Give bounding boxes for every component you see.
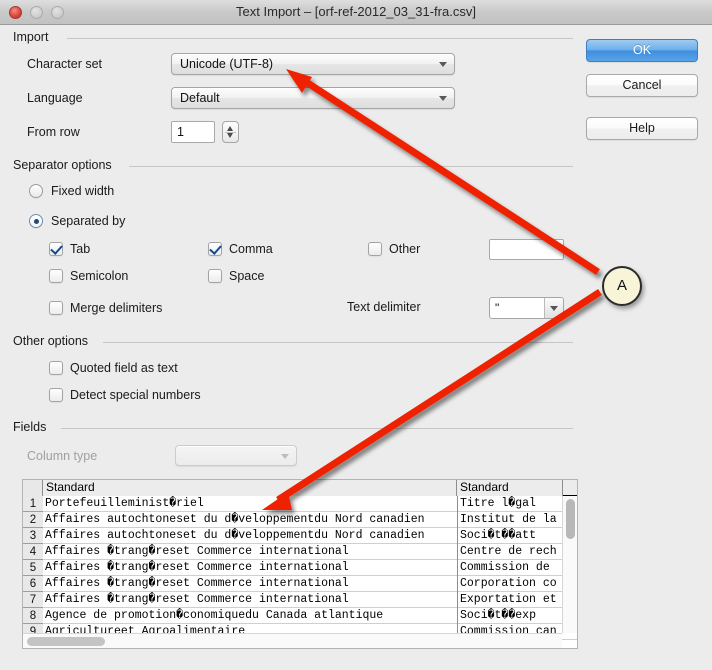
ok-button[interactable]: OK: [586, 39, 698, 62]
text-delimiter-dropdown[interactable]: ": [489, 297, 564, 319]
table-row[interactable]: Affaires autochtoneset du d�veloppementd…: [43, 528, 577, 544]
from-row-value: 1: [177, 125, 184, 139]
semicolon-label: Semicolon: [70, 269, 129, 283]
stepper-down-icon[interactable]: [227, 133, 233, 138]
table-row[interactable]: Affaires �trang�reset Commerce internati…: [43, 544, 577, 560]
merge-delimiters-label: Merge delimiters: [70, 301, 163, 315]
chevron-down-icon: [439, 96, 447, 101]
table-cell-column-2[interactable]: Titre l�gal: [457, 496, 563, 512]
cancel-button[interactable]: Cancel: [586, 74, 698, 97]
character-set-label: Character set: [27, 57, 103, 71]
table-row[interactable]: Affaires �trang�reset Commerce internati…: [43, 592, 577, 608]
comma-checkbox[interactable]: [208, 242, 222, 256]
preview-row-number[interactable]: 5: [23, 560, 43, 576]
table-cell-column-1[interactable]: Agence de promotion�conomiquedu Canada a…: [43, 608, 457, 624]
table-cell-column-1[interactable]: Affaires autochtoneset du d�veloppementd…: [43, 528, 457, 544]
preview-row-number[interactable]: 2: [23, 512, 43, 528]
detect-special-numbers-checkbox[interactable]: [49, 388, 63, 402]
preview-row-number[interactable]: 7: [23, 592, 43, 608]
table-cell-column-2[interactable]: Institut de la: [457, 512, 563, 528]
stepper-up-icon[interactable]: [227, 126, 233, 131]
window-title: Text Import – [orf-ref-2012_03_31-fra.cs…: [236, 4, 476, 19]
table-row[interactable]: Affaires �trang�reset Commerce internati…: [43, 560, 577, 576]
preview-row-number[interactable]: 4: [23, 544, 43, 560]
from-row-stepper[interactable]: [222, 121, 239, 143]
table-row[interactable]: Portefeuilleminist�riel Titre l�gal: [43, 496, 577, 512]
comma-label: Comma: [229, 242, 273, 256]
merge-delimiters-checkbox[interactable]: [49, 301, 63, 315]
fixed-width-label: Fixed width: [51, 184, 115, 198]
table-cell-column-2[interactable]: Centre de rech: [457, 544, 563, 560]
space-label: Space: [229, 269, 265, 283]
column-type-label: Column type: [27, 449, 98, 463]
other-options-legend: Other options: [13, 334, 95, 348]
import-group-legend: Import: [13, 30, 55, 44]
fields-group-rule: [61, 428, 573, 429]
separator-options-rule: [129, 166, 573, 167]
quoted-field-as-text-label: Quoted field as text: [70, 361, 178, 375]
chevron-down-icon: [439, 62, 447, 67]
text-delimiter-dropdown-button[interactable]: [544, 298, 563, 318]
fixed-width-radio[interactable]: [29, 184, 43, 198]
table-cell-column-2[interactable]: Exportation et: [457, 592, 563, 608]
column-type-dropdown: [175, 445, 297, 466]
other-separator-label: Other: [389, 242, 421, 256]
text-import-dialog: Text Import – [orf-ref-2012_03_31-fra.cs…: [0, 0, 712, 670]
tab-checkbox[interactable]: [49, 242, 63, 256]
preview-row-number[interactable]: 8: [23, 608, 43, 624]
separated-by-radio[interactable]: [29, 214, 43, 228]
table-row[interactable]: Affaires autochtoneset du d�veloppementd…: [43, 512, 577, 528]
table-cell-column-1[interactable]: Portefeuilleminist�riel: [43, 496, 457, 512]
csv-preview-table[interactable]: 123456789 Standard Standard Portefeuille…: [22, 479, 578, 649]
separated-by-label: Separated by: [51, 214, 126, 228]
preview-row-number[interactable]: 3: [23, 528, 43, 544]
preview-vertical-scrollbar[interactable]: [562, 496, 577, 633]
language-label: Language: [27, 91, 83, 105]
preview-vertical-scroll-thumb[interactable]: [566, 499, 575, 539]
column-header-1[interactable]: Standard: [43, 480, 457, 496]
table-cell-column-1[interactable]: Affaires autochtoneset du d�veloppementd…: [43, 512, 457, 528]
other-separator-input[interactable]: [489, 239, 564, 260]
space-checkbox[interactable]: [208, 269, 222, 283]
detect-special-numbers-label: Detect special numbers: [70, 388, 201, 402]
character-set-value: Unicode (UTF-8): [180, 57, 274, 71]
preview-horizontal-scroll-thumb[interactable]: [27, 637, 105, 646]
character-set-dropdown[interactable]: Unicode (UTF-8): [171, 53, 455, 75]
preview-row-number[interactable]: 1: [23, 496, 43, 512]
table-row[interactable]: Affaires �trang�reset Commerce internati…: [43, 576, 577, 592]
window-titlebar: Text Import – [orf-ref-2012_03_31-fra.cs…: [0, 0, 712, 25]
text-delimiter-value: ": [495, 301, 500, 315]
table-cell-column-1[interactable]: Affaires �trang�reset Commerce internati…: [43, 544, 457, 560]
help-button[interactable]: Help: [586, 117, 698, 140]
table-cell-column-2[interactable]: Soci�t��exp: [457, 608, 563, 624]
preview-row-number[interactable]: 6: [23, 576, 43, 592]
preview-row-gutter: 123456789: [23, 480, 43, 648]
table-cell-column-2[interactable]: Commission de: [457, 560, 563, 576]
preview-horizontal-scrollbar[interactable]: [23, 633, 562, 648]
other-separator-checkbox[interactable]: [368, 242, 382, 256]
fields-group-legend: Fields: [13, 420, 53, 434]
from-row-input[interactable]: 1: [171, 121, 215, 143]
quoted-field-as-text-checkbox[interactable]: [49, 361, 63, 375]
chevron-down-icon: [281, 453, 289, 459]
language-value: Default: [180, 91, 220, 105]
table-cell-column-2[interactable]: Corporation co: [457, 576, 563, 592]
table-cell-column-1[interactable]: Affaires �trang�reset Commerce internati…: [43, 592, 457, 608]
from-row-label: From row: [27, 125, 80, 139]
chevron-down-icon: [550, 306, 558, 311]
table-cell-column-1[interactable]: Affaires �trang�reset Commerce internati…: [43, 576, 457, 592]
tab-label: Tab: [70, 242, 91, 256]
import-group-rule: [67, 38, 573, 39]
language-dropdown[interactable]: Default: [171, 87, 455, 109]
text-delimiter-label: Text delimiter: [347, 300, 421, 314]
semicolon-checkbox[interactable]: [49, 269, 63, 283]
annotation-arrow-to-preview: [276, 289, 602, 503]
table-cell-column-1[interactable]: Affaires �trang�reset Commerce internati…: [43, 560, 457, 576]
column-header-2[interactable]: Standard: [457, 480, 563, 496]
table-cell-column-2[interactable]: Soci�t��att: [457, 528, 563, 544]
annotation-callout-a: A: [602, 266, 642, 306]
other-options-rule: [103, 342, 573, 343]
separator-options-legend: Separator options: [13, 158, 118, 172]
table-row[interactable]: Agence de promotion�conomiquedu Canada a…: [43, 608, 577, 624]
